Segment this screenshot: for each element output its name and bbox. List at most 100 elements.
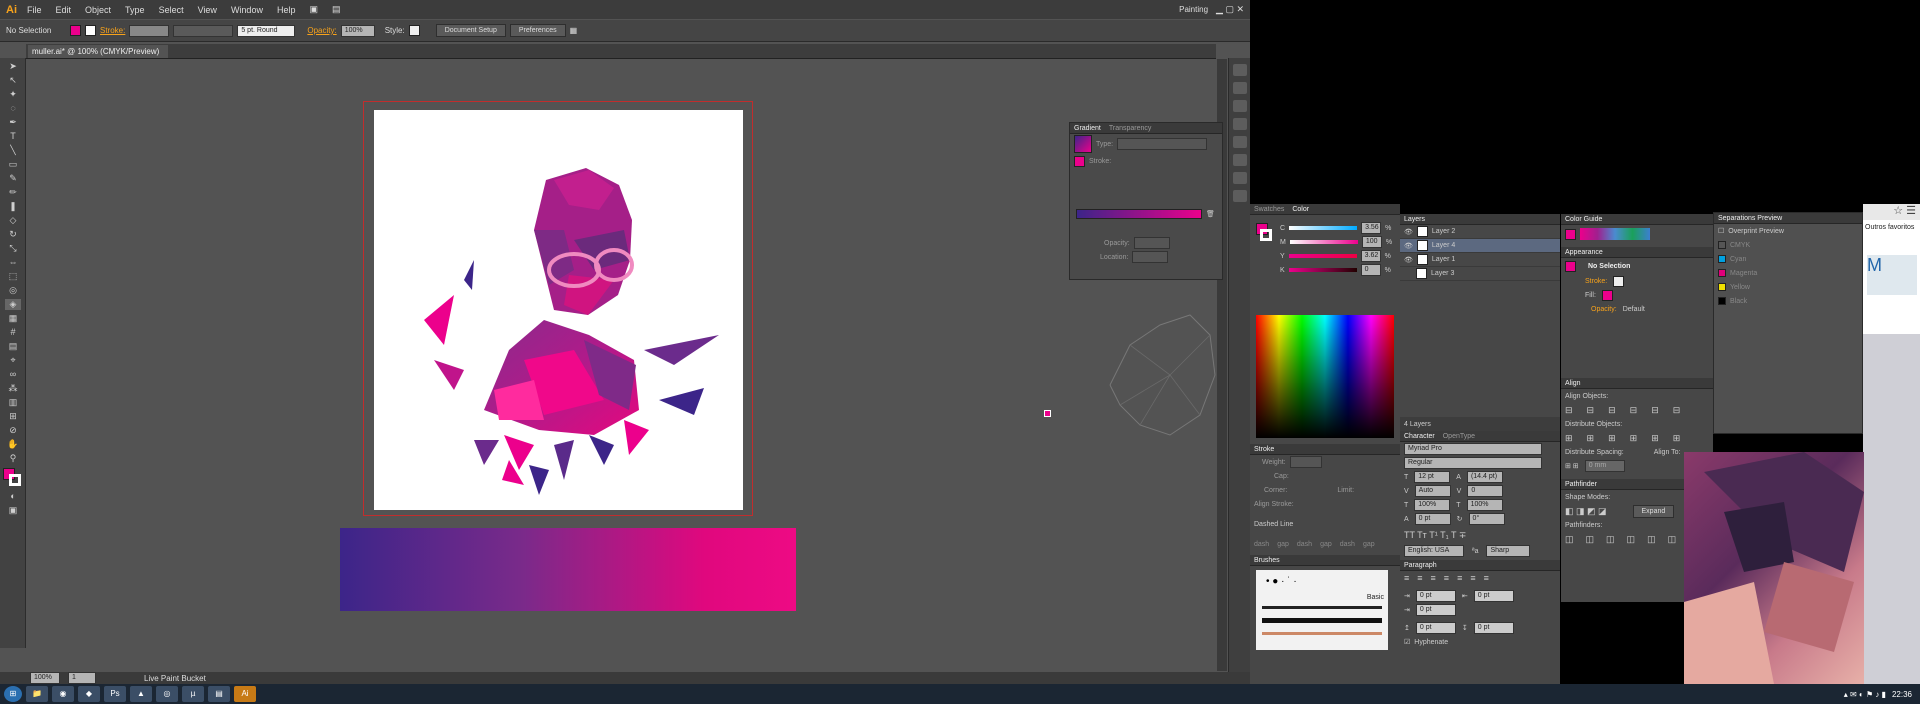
layer-1-row[interactable]: Layer 1 [1432, 256, 1455, 263]
base-color-swatch[interactable] [1565, 228, 1576, 240]
color-guide-header[interactable]: Color Guide [1561, 214, 1713, 225]
appearance-stroke-label[interactable]: Stroke: [1585, 278, 1607, 285]
dock-transform-icon[interactable] [1232, 136, 1247, 148]
right-indent-field[interactable]: 0 pt [1473, 590, 1514, 602]
selection-tool-icon[interactable]: ➤ [5, 61, 21, 72]
stroke-color-swatch[interactable] [9, 474, 21, 486]
start-button-icon[interactable]: ⊞ [4, 686, 22, 702]
taskbar-illustrator-icon[interactable]: Ai [234, 686, 256, 702]
artboard-navigation-field[interactable]: 1 [68, 672, 96, 684]
visibility-eye-icon[interactable]: 👁 [1404, 228, 1413, 236]
yellow-slider[interactable] [1288, 254, 1357, 258]
fill-stroke-widget[interactable] [0, 468, 25, 488]
color-tab[interactable]: Color [1292, 206, 1309, 213]
gradient-rectangle-artwork[interactable] [340, 528, 796, 611]
align-panel-header[interactable]: Align [1561, 378, 1713, 389]
window-controls-icon[interactable]: ▁ ▢ ✕ [1216, 4, 1244, 15]
bridge-icon[interactable]: ▣ [309, 4, 318, 15]
menu-select[interactable]: Select [159, 5, 184, 15]
ink-cyan[interactable]: Cyan [1730, 256, 1746, 263]
ink-black[interactable]: Black [1730, 298, 1747, 305]
color-panel-header[interactable]: Swatches Color [1250, 204, 1400, 215]
spacing-field[interactable]: 0 mm [1584, 460, 1625, 472]
dock-graphic-styles-icon[interactable] [1232, 154, 1247, 166]
artboard-tool-icon[interactable]: ⊞ [5, 411, 21, 422]
taskbar-vlc-icon[interactable]: ▲ [130, 686, 152, 702]
align-objects-buttons[interactable]: ⊟ ⊟ ⊟ ⊟ ⊟ ⊟ [1561, 403, 1713, 417]
canvas-color-marker[interactable] [1044, 410, 1051, 417]
font-size-field[interactable]: 12 pt [1414, 471, 1451, 483]
kerning-field[interactable]: Auto [1414, 485, 1451, 497]
menu-type[interactable]: Type [125, 5, 145, 15]
baseline-shift-field[interactable]: 0 pt [1414, 513, 1451, 525]
type-tool-icon[interactable]: T [5, 131, 21, 142]
dock-navigator-icon[interactable] [1232, 100, 1247, 112]
drawing-mode-icon[interactable]: ◐ [5, 491, 21, 502]
leading-field[interactable]: (14.4 pt) [1466, 471, 1503, 483]
taskbar-explorer-icon[interactable]: 📁 [26, 686, 48, 702]
appearance-opacity-label[interactable]: Opacity: [1591, 306, 1617, 313]
pencil-tool-icon[interactable]: ✏ [5, 187, 21, 198]
delete-stop-icon[interactable]: 🗑 [1206, 210, 1215, 218]
preferences-button[interactable]: Preferences [509, 24, 566, 37]
layer-4-row[interactable]: Layer 4 [1432, 242, 1455, 249]
gradient-thumbnail[interactable] [1074, 135, 1092, 153]
rectangle-tool-icon[interactable]: ▭ [5, 159, 21, 170]
space-after-field[interactable]: 0 pt [1473, 622, 1514, 634]
ink-cmyk[interactable]: CMYK [1730, 242, 1750, 249]
line-tool-icon[interactable]: ╲ [5, 145, 21, 156]
menu-view[interactable]: View [198, 5, 217, 15]
ink-magenta[interactable]: Magenta [1730, 270, 1757, 277]
dock-symbols-icon[interactable] [1232, 172, 1247, 184]
opacity-label[interactable]: Opacity: [307, 26, 336, 35]
character-tab[interactable]: Character [1404, 433, 1435, 440]
graphic-style-swatch[interactable] [408, 25, 420, 36]
yellow-field[interactable]: 3.62 [1360, 250, 1381, 262]
gradient-tool-icon[interactable]: ▤ [5, 341, 21, 352]
distribute-objects-buttons[interactable]: ⊞ ⊞ ⊞ ⊞ ⊞ ⊞ [1561, 431, 1713, 445]
appearance-fill-label[interactable]: Fill: [1585, 292, 1596, 299]
taskbar-chrome-icon[interactable]: ◉ [52, 686, 74, 702]
layers-panel-header[interactable]: Layers [1400, 214, 1560, 225]
appearance-stroke-swatch[interactable] [1613, 275, 1625, 287]
arrange-icon[interactable]: ▦ [570, 26, 578, 35]
dashed-line-checkbox[interactable]: Dashed Line [1254, 521, 1293, 528]
visibility-eye-icon[interactable]: 👁 [1404, 242, 1413, 250]
menu-window[interactable]: Window [231, 5, 263, 15]
cyan-slider[interactable] [1289, 226, 1358, 230]
layer-3-row[interactable]: Layer 3 [1431, 270, 1454, 277]
color-stroke-swatch[interactable] [1260, 229, 1272, 241]
slice-tool-icon[interactable]: ⊘ [5, 425, 21, 436]
left-indent-field[interactable]: 0 pt [1415, 590, 1456, 602]
lasso-tool-icon[interactable]: ◌ [5, 103, 21, 114]
shape-mode-buttons[interactable]: ◧ ◨ ◩ ◪ [1565, 506, 1607, 517]
menu-edit[interactable]: Edit [56, 5, 72, 15]
expand-button[interactable]: Expand [1632, 504, 1675, 518]
brushes-panel-header[interactable]: Brushes [1250, 555, 1400, 566]
scale-tool-icon[interactable]: ⤡ [5, 243, 21, 254]
gradient-fill-swatch[interactable] [1074, 155, 1085, 167]
rotate-tool-icon[interactable]: ↻ [5, 229, 21, 240]
fill-swatch[interactable] [70, 25, 81, 36]
opacity-field[interactable]: 100% [340, 24, 375, 37]
dock-links-icon[interactable] [1232, 118, 1247, 130]
appearance-fill-swatch[interactable] [1601, 289, 1613, 301]
taskbar-photoshop-icon[interactable]: Ps [104, 686, 126, 702]
artboard[interactable] [374, 110, 743, 510]
overprint-checkbox[interactable]: ☐ [1718, 227, 1724, 235]
screen-mode-icon[interactable]: ▣ [5, 505, 21, 516]
first-line-indent-field[interactable]: 0 pt [1415, 604, 1456, 616]
stroke-weight-field[interactable] [129, 24, 170, 37]
character-rotation-field[interactable]: 0° [1468, 513, 1505, 525]
menu-help[interactable]: Help [277, 5, 296, 15]
layer-2-row[interactable]: Layer 2 [1432, 228, 1455, 235]
menu-file[interactable]: File [27, 5, 42, 15]
menu-object[interactable]: Object [85, 5, 111, 15]
color-spectrum[interactable] [1256, 315, 1394, 438]
perspective-grid-tool-icon[interactable]: ▦ [5, 313, 21, 324]
stroke-label[interactable]: Stroke: [100, 26, 125, 35]
gradient-opacity-field[interactable] [1133, 237, 1170, 249]
workspace-switcher[interactable]: Painting [1179, 5, 1208, 14]
tray-icons[interactable]: ▴ ✉ ◐ ⚑ ♪ ▮ [1844, 690, 1886, 699]
taskbar-utorrent-icon[interactable]: µ [182, 686, 204, 702]
